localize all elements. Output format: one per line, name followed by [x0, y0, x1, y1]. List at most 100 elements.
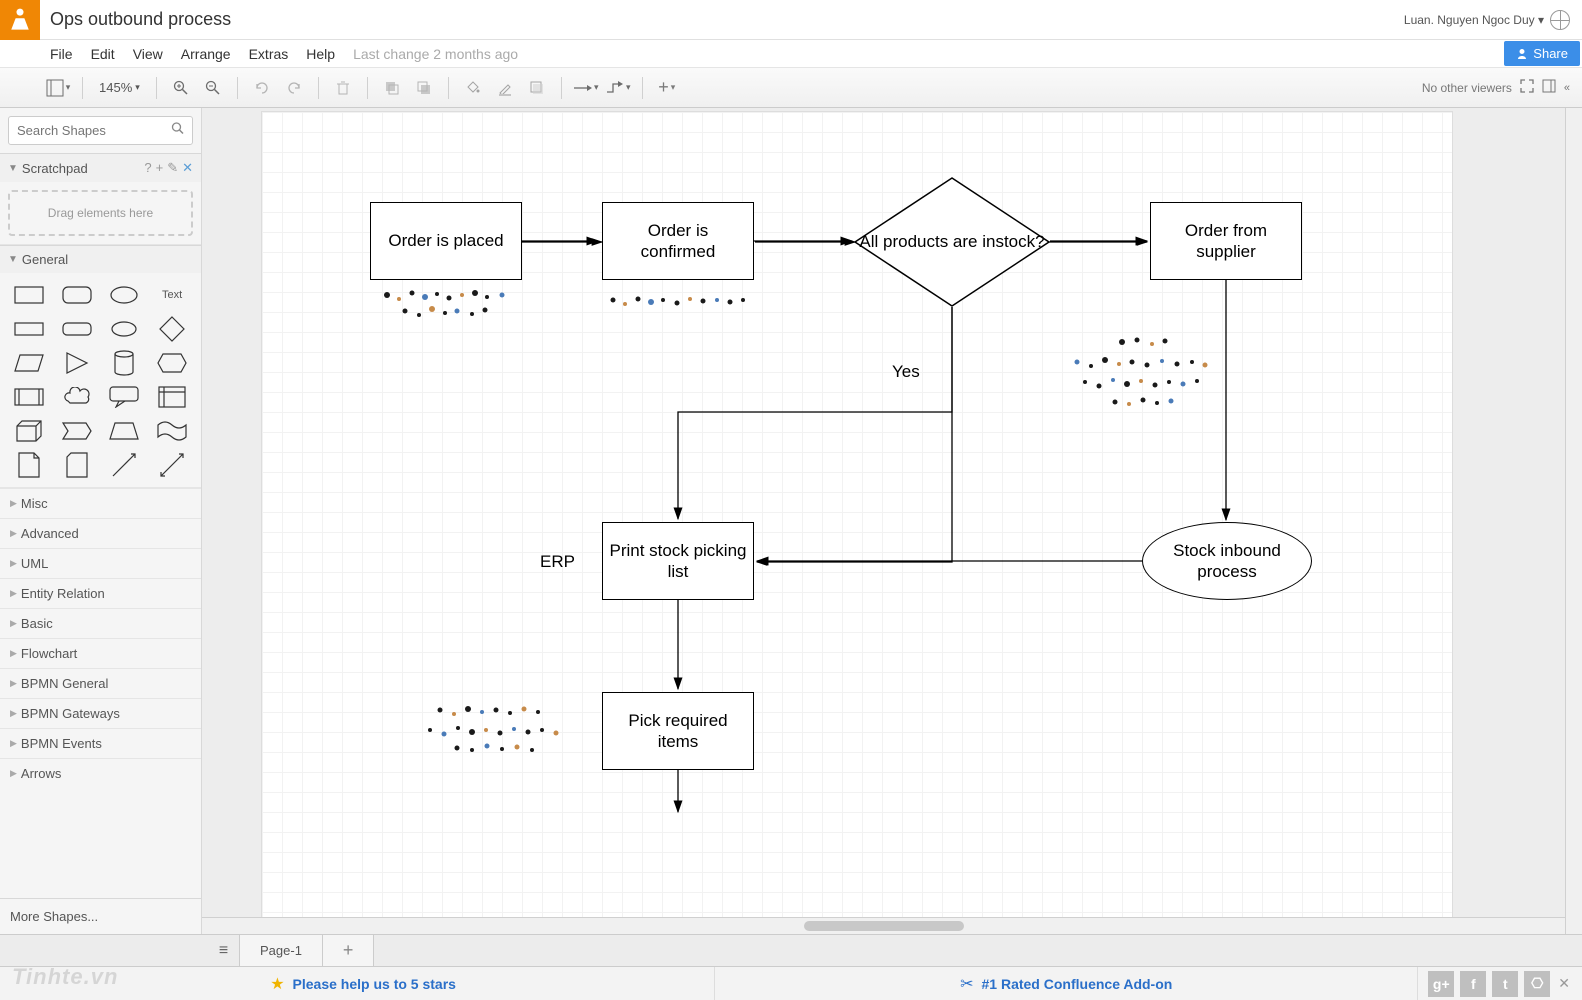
user-name[interactable]: Luan. Nguyen Ngoc Duy ▾ — [1404, 13, 1544, 27]
comment-3[interactable] — [1067, 334, 1217, 414]
line-color-icon[interactable] — [491, 74, 519, 102]
cat-misc[interactable]: ▶Misc — [0, 488, 201, 518]
shape-ellipse[interactable] — [106, 283, 144, 307]
label-erp[interactable]: ERP — [540, 552, 575, 572]
cat-uml[interactable]: ▶UML — [0, 548, 201, 578]
shadow-icon[interactable] — [523, 74, 551, 102]
format-panel-icon[interactable] — [1542, 79, 1556, 96]
shape-note[interactable] — [10, 453, 48, 477]
comment-2[interactable] — [605, 292, 755, 317]
fill-color-icon[interactable] — [459, 74, 487, 102]
comment-4[interactable] — [422, 702, 572, 757]
menu-extras[interactable]: Extras — [249, 46, 289, 62]
globe-icon[interactable] — [1550, 10, 1570, 30]
shape-cube[interactable] — [10, 419, 48, 443]
cat-arrows[interactable]: ▶Arrows — [0, 758, 201, 788]
comment-1[interactable] — [377, 287, 522, 327]
cat-advanced[interactable]: ▶Advanced — [0, 518, 201, 548]
menu-edit[interactable]: Edit — [91, 46, 115, 62]
node-order-confirmed[interactable]: Order is confirmed — [602, 202, 754, 280]
share-button[interactable]: Share — [1504, 41, 1580, 66]
to-back-icon[interactable] — [410, 74, 438, 102]
redo-icon[interactable] — [280, 74, 308, 102]
vertical-scrollbar[interactable] — [1565, 108, 1582, 934]
shape-diamond[interactable] — [153, 317, 191, 341]
cat-bpmn-general[interactable]: ▶BPMN General — [0, 668, 201, 698]
shape-trapezoid[interactable] — [106, 419, 144, 443]
shape-biline[interactable] — [153, 453, 191, 477]
delete-icon[interactable] — [329, 74, 357, 102]
shape-parallelogram[interactable] — [10, 351, 48, 375]
page-layout-icon[interactable]: ▾ — [44, 74, 72, 102]
waypoint-icon[interactable]: ▾ — [604, 74, 632, 102]
search-icon[interactable] — [171, 121, 185, 140]
shape-rect-sm[interactable] — [10, 317, 48, 341]
horizontal-scrollbar[interactable] — [202, 917, 1565, 934]
facebook-icon[interactable]: f — [1460, 971, 1486, 997]
shape-internal-storage[interactable] — [153, 385, 191, 409]
google-plus-icon[interactable]: g+ — [1428, 971, 1454, 997]
undo-icon[interactable] — [248, 74, 276, 102]
scratchpad-header[interactable]: ▼Scratchpad ? + ✎ ✕ — [0, 154, 201, 182]
app-logo[interactable] — [0, 0, 40, 40]
github-icon[interactable]: ⎔ — [1524, 971, 1550, 997]
cat-basic[interactable]: ▶Basic — [0, 608, 201, 638]
zoom-out-icon[interactable] — [199, 74, 227, 102]
collapse-icon[interactable]: « — [1564, 82, 1570, 94]
scratchpad-add-icon[interactable]: + — [156, 160, 164, 176]
zoom-in-icon[interactable] — [167, 74, 195, 102]
menu-help[interactable]: Help — [306, 46, 335, 62]
menu-view[interactable]: View — [133, 46, 163, 62]
shape-rectangle[interactable] — [10, 283, 48, 307]
document-title[interactable]: Ops outbound process — [50, 9, 231, 30]
zoom-level[interactable]: 145% ▾ — [93, 80, 146, 95]
label-yes[interactable]: Yes — [892, 362, 920, 382]
shape-callout[interactable] — [106, 385, 144, 409]
shape-cylinder[interactable] — [106, 351, 144, 375]
page-tab-1[interactable]: Page-1 — [240, 935, 323, 966]
twitter-icon[interactable]: t — [1492, 971, 1518, 997]
scratchpad-dropzone[interactable]: Drag elements here — [8, 190, 193, 236]
shape-text[interactable]: Text — [153, 283, 191, 307]
shape-step[interactable] — [58, 419, 96, 443]
shape-card[interactable] — [58, 453, 96, 477]
to-front-icon[interactable] — [378, 74, 406, 102]
scratchpad-help-icon[interactable]: ? — [144, 160, 151, 176]
shape-tape[interactable] — [153, 419, 191, 443]
node-pick-items[interactable]: Pick required items — [602, 692, 754, 770]
rate-link[interactable]: Please help us to 5 stars — [293, 976, 456, 992]
node-order-supplier[interactable]: Order from supplier — [1150, 202, 1302, 280]
shape-process[interactable] — [10, 385, 48, 409]
scratchpad-close-icon[interactable]: ✕ — [182, 160, 193, 176]
node-stock-inbound[interactable]: Stock inbound process — [1142, 522, 1312, 600]
shape-hexagon[interactable] — [153, 351, 191, 375]
canvas[interactable]: Order is placed Order is confirmed All p… — [202, 108, 1582, 934]
general-header[interactable]: ▼General — [0, 246, 201, 273]
search-input[interactable] — [8, 116, 193, 145]
more-shapes[interactable]: More Shapes... — [0, 898, 201, 934]
shape-rounded-rect[interactable] — [58, 283, 96, 307]
drawing-page[interactable]: Order is placed Order is confirmed All p… — [262, 112, 1452, 934]
addon-link[interactable]: #1 Rated Confluence Add-on — [982, 976, 1173, 992]
shape-line[interactable] — [106, 453, 144, 477]
shape-triangle[interactable] — [58, 351, 96, 375]
footer-close-icon[interactable]: ✕ — [1558, 975, 1570, 992]
add-icon[interactable]: +▾ — [653, 74, 681, 102]
scratchpad-edit-icon[interactable]: ✎ — [167, 160, 178, 176]
shape-rounded-sm[interactable] — [58, 317, 96, 341]
cat-flowchart[interactable]: ▶Flowchart — [0, 638, 201, 668]
page-tabs-menu-icon[interactable]: ≡ — [208, 935, 240, 966]
node-instock-decision[interactable]: All products are instock? — [854, 177, 1050, 307]
node-order-placed[interactable]: Order is placed — [370, 202, 522, 280]
connection-icon[interactable]: ▾ — [572, 74, 600, 102]
node-print-picking[interactable]: Print stock picking list — [602, 522, 754, 600]
cat-bpmn-gateways[interactable]: ▶BPMN Gateways — [0, 698, 201, 728]
shape-ellipse-sm[interactable] — [106, 317, 144, 341]
fullscreen-icon[interactable] — [1520, 79, 1534, 96]
shape-cloud[interactable] — [58, 385, 96, 409]
add-page-tab[interactable]: + — [323, 935, 375, 966]
cat-entity-relation[interactable]: ▶Entity Relation — [0, 578, 201, 608]
menu-file[interactable]: File — [50, 46, 73, 62]
cat-bpmn-events[interactable]: ▶BPMN Events — [0, 728, 201, 758]
menu-arrange[interactable]: Arrange — [181, 46, 231, 62]
